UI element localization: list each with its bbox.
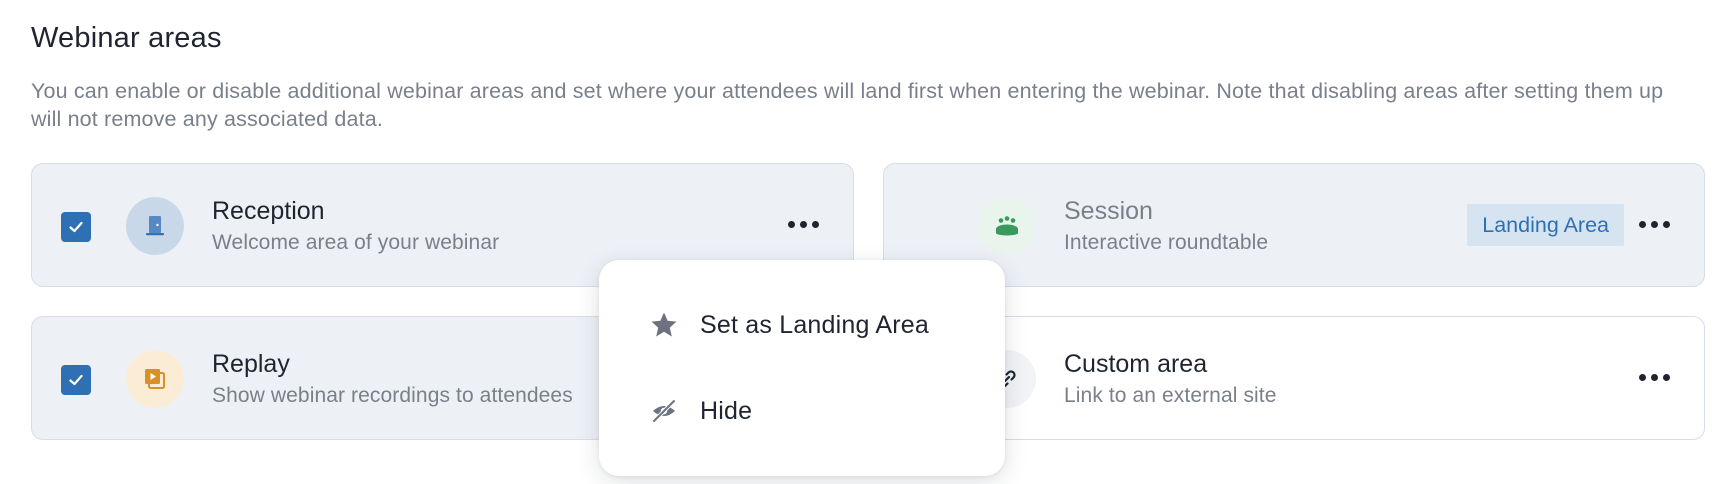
more-icon-dot <box>1638 220 1646 228</box>
more-icon-dot <box>1638 373 1646 381</box>
more-icon-dot <box>799 220 807 228</box>
more-options-button[interactable] <box>1636 209 1672 239</box>
menu-item-hide[interactable]: Hide <box>599 379 1005 443</box>
replay-checkbox[interactable] <box>61 365 91 395</box>
area-options-menu: Set as Landing Area Hide <box>599 260 1005 476</box>
more-icon-dot <box>1662 220 1670 228</box>
door-icon <box>126 197 184 255</box>
more-icon-dot <box>811 220 819 228</box>
more-icon-dot <box>1650 373 1658 381</box>
more-options-button[interactable] <box>1636 362 1672 392</box>
replay-icon <box>126 350 184 408</box>
menu-item-label: Set as Landing Area <box>700 310 929 339</box>
eye-off-icon <box>649 396 679 426</box>
area-name: Session <box>1064 197 1153 225</box>
area-subtitle: Interactive roundtable <box>1064 231 1269 254</box>
roundtable-icon <box>978 197 1036 255</box>
area-name: Reception <box>212 197 325 225</box>
section-description: You can enable or disable additional web… <box>31 79 1664 131</box>
area-card-session: Session Interactive roundtable Landing A… <box>883 163 1705 287</box>
more-icon-dot <box>1662 373 1670 381</box>
area-name: Replay <box>212 350 290 378</box>
star-icon <box>649 310 679 340</box>
more-options-button[interactable] <box>785 209 821 239</box>
reception-checkbox[interactable] <box>61 212 91 242</box>
menu-item-label: Hide <box>700 396 753 425</box>
area-subtitle: Link to an external site <box>1064 384 1277 407</box>
check-icon <box>69 221 83 233</box>
area-name: Custom area <box>1064 350 1208 378</box>
page-title: Webinar areas <box>31 22 222 54</box>
area-subtitle: Welcome area of your webinar <box>212 231 500 254</box>
check-icon <box>69 374 83 386</box>
area-card-custom: Custom area Link to an external site <box>883 316 1705 440</box>
area-subtitle: Show webinar recordings to attendees <box>212 384 573 407</box>
more-icon-dot <box>787 220 795 228</box>
landing-area-badge: Landing Area <box>1467 204 1624 246</box>
more-icon-dot <box>1650 220 1658 228</box>
menu-item-set-landing-area[interactable]: Set as Landing Area <box>599 293 1005 357</box>
